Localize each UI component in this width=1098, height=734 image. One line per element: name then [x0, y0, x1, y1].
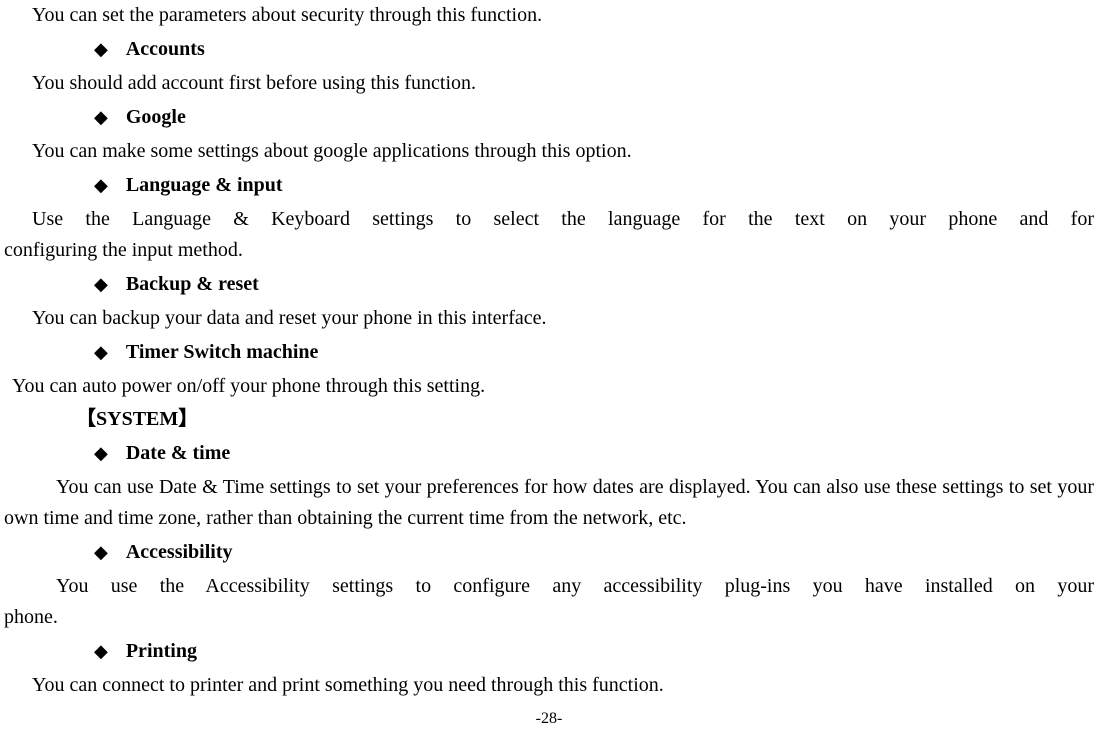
- google-desc: You can make some settings about google …: [4, 136, 1094, 167]
- google-label: Google: [126, 102, 186, 133]
- language-desc-line1: Use the Language & Keyboard settings to …: [4, 204, 1094, 235]
- diamond-icon: ◆: [94, 440, 108, 468]
- datetime-item: ◆ Date & time: [94, 438, 1098, 469]
- datetime-desc: You can use Date & Time settings to set …: [4, 472, 1094, 534]
- timer-item: ◆ Timer Switch machine: [94, 337, 1098, 368]
- diamond-icon: ◆: [94, 104, 108, 132]
- system-header: 【SYSTEM】: [76, 404, 1098, 435]
- diamond-icon: ◆: [94, 271, 108, 299]
- google-item: ◆ Google: [94, 102, 1098, 133]
- language-label: Language & input: [126, 170, 283, 201]
- timer-desc: You can auto power on/off your phone thr…: [4, 371, 1094, 402]
- diamond-icon: ◆: [94, 172, 108, 200]
- datetime-label: Date & time: [126, 438, 230, 469]
- security-desc: You can set the parameters about securit…: [4, 0, 1094, 31]
- diamond-icon: ◆: [94, 36, 108, 64]
- diamond-icon: ◆: [94, 638, 108, 666]
- language-item: ◆ Language & input: [94, 170, 1098, 201]
- timer-label: Timer Switch machine: [126, 337, 319, 368]
- printing-item: ◆ Printing: [94, 636, 1098, 667]
- accessibility-desc-line2: phone.: [4, 602, 1094, 633]
- accessibility-label: Accessibility: [126, 537, 233, 568]
- accessibility-item: ◆ Accessibility: [94, 537, 1098, 568]
- backup-item: ◆ Backup & reset: [94, 269, 1098, 300]
- backup-label: Backup & reset: [126, 269, 259, 300]
- diamond-icon: ◆: [94, 539, 108, 567]
- printing-desc: You can connect to printer and print som…: [4, 670, 1094, 701]
- accessibility-desc-line1: You use the Accessibility settings to co…: [4, 571, 1094, 602]
- diamond-icon: ◆: [94, 339, 108, 367]
- page-content: You can set the parameters about securit…: [0, 0, 1098, 734]
- page-number: -28-: [0, 707, 1098, 732]
- printing-label: Printing: [126, 636, 197, 667]
- accounts-desc: You should add account first before usin…: [4, 68, 1094, 99]
- backup-desc: You can backup your data and reset your …: [4, 303, 1094, 334]
- accounts-item: ◆ Accounts: [94, 34, 1098, 65]
- language-desc-line2: configuring the input method.: [4, 235, 1094, 266]
- accounts-label: Accounts: [126, 34, 205, 65]
